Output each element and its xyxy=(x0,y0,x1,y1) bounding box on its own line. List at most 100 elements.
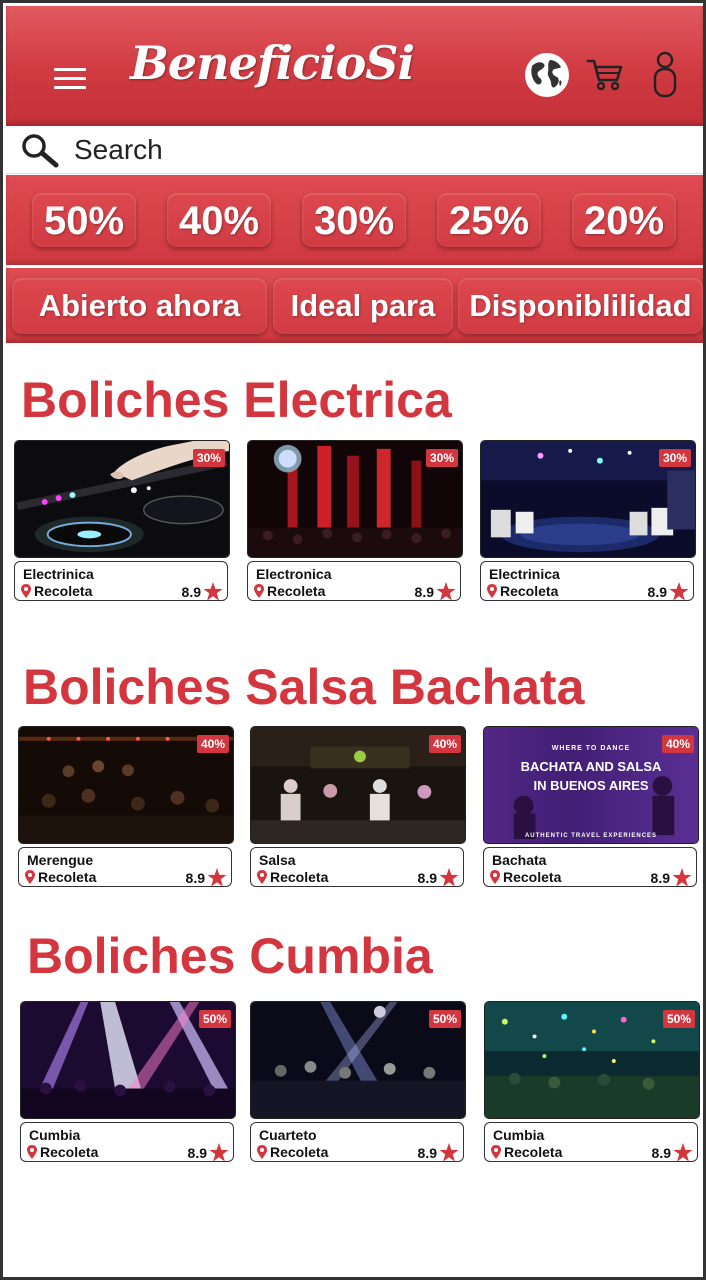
venue-location: Recoleta xyxy=(257,1144,328,1160)
menu-icon[interactable] xyxy=(54,68,86,90)
venue-info: Cumbia Recoleta 8.9 xyxy=(20,1122,234,1162)
star-icon xyxy=(439,868,459,887)
venue-card[interactable]: 40% Salsa Recoleta 8.9 xyxy=(250,726,466,887)
pin-icon xyxy=(490,870,500,884)
pin-icon xyxy=(21,584,31,598)
venue-rating: 8.9 xyxy=(182,582,223,601)
discount-badge: 50% xyxy=(428,1010,461,1028)
pin-icon xyxy=(27,1145,37,1159)
app-header: BeneficioSi xyxy=(6,6,703,126)
discount-filter-bar: 50% 40% 30% 25% 20% xyxy=(6,175,703,265)
star-icon xyxy=(207,868,227,887)
venue-location-label: Recoleta xyxy=(270,869,329,885)
section-title-salsa-bachata: Boliches Salsa Bachata xyxy=(23,659,585,715)
discount-badge: 50% xyxy=(198,1010,231,1028)
image-caption-title: BACHATA AND SALSA xyxy=(520,759,662,774)
venue-location-label: Recoleta xyxy=(270,1144,329,1160)
venue-name: Merengue xyxy=(27,852,94,868)
globe-icon[interactable] xyxy=(524,52,570,98)
discount-badge: 30% xyxy=(658,449,691,467)
venue-location: Recoleta xyxy=(21,583,92,599)
venue-info: Merengue Recoleta 8.9 xyxy=(18,847,232,887)
venue-rating-value: 8.9 xyxy=(417,870,437,886)
star-icon xyxy=(436,582,456,601)
venue-location: Recoleta xyxy=(491,1144,562,1160)
star-icon xyxy=(203,582,223,601)
star-icon xyxy=(672,868,692,887)
venue-card[interactable]: 50% Cumbia Recoleta 8.9 xyxy=(20,1001,236,1162)
venue-info: Bachata Recoleta 8.9 xyxy=(483,847,697,887)
venue-location: Recoleta xyxy=(254,583,325,599)
venue-location: Recoleta xyxy=(490,869,561,885)
venue-image: 30% xyxy=(480,440,696,558)
user-icon[interactable] xyxy=(652,50,678,98)
filter-ideal-for-button[interactable]: Ideal para xyxy=(273,278,453,334)
pin-icon xyxy=(491,1145,501,1159)
star-icon xyxy=(669,582,689,601)
venue-location-label: Recoleta xyxy=(34,583,93,599)
option-filter-bar: Abierto ahora Ideal para Disponiblilidad xyxy=(6,268,703,343)
venue-rating-value: 8.9 xyxy=(651,1145,671,1161)
filter-availability-button[interactable]: Disponiblilidad xyxy=(458,278,703,334)
venue-location-label: Recoleta xyxy=(504,1144,563,1160)
venue-card[interactable]: 40% Merengue Recoleta 8.9 xyxy=(18,726,234,887)
venue-image: 50% xyxy=(250,1001,466,1119)
venue-image: 50% xyxy=(484,1001,700,1119)
venue-card[interactable]: 30% Electrinica Recoleta 8.9 xyxy=(14,440,230,601)
venue-info: Salsa Recoleta 8.9 xyxy=(250,847,464,887)
venue-rating: 8.9 xyxy=(188,1143,229,1162)
venue-card[interactable]: 30% Electronica Recoleta 8.9 xyxy=(247,440,463,601)
venue-image: 30% xyxy=(14,440,230,558)
discount-20-button[interactable]: 20% xyxy=(572,193,676,247)
search-input[interactable] xyxy=(74,132,674,168)
venue-name: Cumbia xyxy=(29,1127,81,1143)
section-title-electrica: Boliches Electrica xyxy=(21,372,452,428)
discount-40-button[interactable]: 40% xyxy=(167,193,271,247)
venue-card[interactable]: WHERE TO DANCE BACHATA AND SALSA IN BUEN… xyxy=(483,726,699,887)
cart-icon[interactable] xyxy=(586,56,624,92)
discount-badge: 40% xyxy=(428,735,461,753)
app-frame: BeneficioSi 50% 40% 30% 25% 20% xyxy=(0,0,706,1280)
venue-location: Recoleta xyxy=(487,583,558,599)
logo[interactable]: BeneficioSi xyxy=(130,36,415,90)
venue-rating-value: 8.9 xyxy=(187,1145,207,1161)
venue-image: 30% xyxy=(247,440,463,558)
venue-rating: 8.9 xyxy=(186,868,227,887)
venue-name: Bachata xyxy=(492,852,547,868)
venue-image: 50% xyxy=(20,1001,236,1119)
venue-info: Electrinica Recoleta 8.9 xyxy=(480,561,694,601)
discount-25-button[interactable]: 25% xyxy=(437,193,541,247)
venue-rating-value: 8.9 xyxy=(650,870,670,886)
venue-image: WHERE TO DANCE BACHATA AND SALSA IN BUEN… xyxy=(483,726,699,844)
venue-info: Electrinica Recoleta 8.9 xyxy=(14,561,228,601)
venue-card[interactable]: 50% Cumbia Recoleta 8.9 xyxy=(484,1001,700,1162)
venue-rating: 8.9 xyxy=(648,582,689,601)
venue-name: Cuarteto xyxy=(259,1127,317,1143)
venue-rating: 8.9 xyxy=(418,868,459,887)
discount-badge: 50% xyxy=(662,1010,695,1028)
venue-location: Recoleta xyxy=(257,869,328,885)
discount-30-button[interactable]: 30% xyxy=(302,193,406,247)
venue-location-label: Recoleta xyxy=(500,583,559,599)
venue-location-label: Recoleta xyxy=(503,869,562,885)
pin-icon xyxy=(257,870,267,884)
star-icon xyxy=(209,1143,229,1162)
pin-icon xyxy=(25,870,35,884)
search-icon[interactable] xyxy=(18,132,62,170)
venue-info: Cumbia Recoleta 8.9 xyxy=(484,1122,698,1162)
venue-image: 40% xyxy=(18,726,234,844)
venue-name: Electronica xyxy=(256,566,332,582)
venue-rating-value: 8.9 xyxy=(181,584,201,600)
venue-rating: 8.9 xyxy=(652,1143,693,1162)
venue-location: Recoleta xyxy=(27,1144,98,1160)
star-icon xyxy=(673,1143,693,1162)
pin-icon xyxy=(254,584,264,598)
venue-info: Electronica Recoleta 8.9 xyxy=(247,561,461,601)
filter-open-now-button[interactable]: Abierto ahora xyxy=(12,278,267,334)
discount-badge: 40% xyxy=(196,735,229,753)
venue-name: Electrinica xyxy=(23,566,94,582)
discount-50-button[interactable]: 50% xyxy=(32,193,136,247)
venue-card[interactable]: 50% Cuarteto Recoleta 8.9 xyxy=(250,1001,466,1162)
venue-rating: 8.9 xyxy=(651,868,692,887)
venue-card[interactable]: 30% Electrinica Recoleta 8.9 xyxy=(480,440,696,601)
